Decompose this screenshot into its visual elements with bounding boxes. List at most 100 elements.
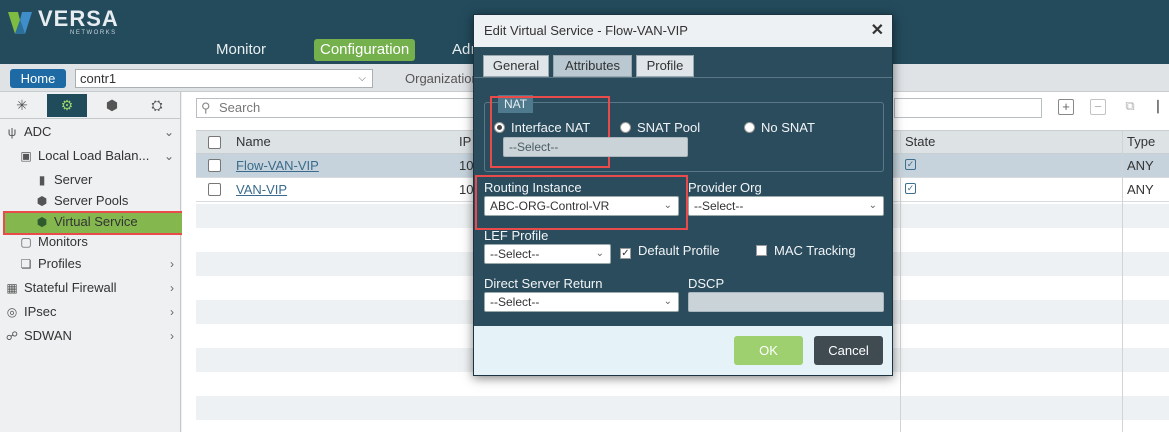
row-type: ANY bbox=[1127, 158, 1154, 173]
sidebar-item-label: Server bbox=[54, 172, 93, 187]
tab-general[interactable]: General bbox=[483, 55, 549, 77]
nav-configuration[interactable]: Configuration bbox=[314, 39, 416, 61]
radio-no-snat[interactable]: No SNAT bbox=[744, 120, 815, 136]
mac-tracking-checkbox[interactable]: MAC Tracking bbox=[756, 243, 856, 259]
sidebar-item-adc[interactable]: ψ ADC ⌄ bbox=[4, 122, 174, 142]
chevron-right-icon[interactable]: › bbox=[170, 302, 174, 322]
sidebar-item-sdwan[interactable]: ☍ SDWAN › bbox=[4, 326, 174, 346]
remove-icon[interactable]: − bbox=[1090, 99, 1106, 115]
sidebar-tab-cube-icon[interactable]: ⬢ bbox=[92, 94, 132, 117]
dscp-input[interactable] bbox=[688, 292, 884, 312]
empty-row bbox=[196, 396, 1169, 420]
sidebar-item-label: Profiles bbox=[38, 256, 82, 271]
search-input[interactable]: ⚲ Search bbox=[196, 98, 486, 118]
radio-selected-icon bbox=[494, 122, 505, 133]
chevron-down-icon: ⌄ bbox=[663, 200, 672, 211]
profiles-icon: ❏ bbox=[20, 257, 32, 271]
column-header-name[interactable]: Name bbox=[236, 131, 271, 153]
dscp-label: DSCP bbox=[688, 276, 725, 291]
row-name-link[interactable]: Flow-VAN-VIP bbox=[236, 154, 319, 178]
cancel-button[interactable]: Cancel bbox=[814, 336, 883, 365]
default-profile-checkbox[interactable]: ✓ Default Profile bbox=[620, 243, 720, 259]
organization-label: Organization bbox=[405, 71, 479, 86]
column-divider bbox=[1122, 130, 1123, 432]
chevron-down-icon[interactable]: ⌄ bbox=[164, 146, 174, 166]
cube-icon: ⬢ bbox=[36, 194, 48, 208]
column-header-type[interactable]: Type bbox=[1127, 131, 1155, 153]
row-name-link[interactable]: VAN-VIP bbox=[236, 178, 287, 202]
firewall-icon: ▦ bbox=[6, 281, 18, 295]
dialog-footer: OK Cancel bbox=[474, 326, 892, 375]
sidebar-item-label: Monitors bbox=[38, 234, 88, 249]
sidebar-item-label: Virtual Service bbox=[54, 214, 138, 229]
load-balancer-icon: ▣ bbox=[20, 149, 32, 163]
chevron-right-icon[interactable]: › bbox=[170, 254, 174, 274]
sidebar-tab-network-icon[interactable]: ✳ bbox=[2, 94, 42, 117]
select-all-checkbox[interactable] bbox=[208, 136, 221, 149]
server-icon: ▮ bbox=[38, 173, 46, 187]
sidebar-tabs: ✳ ⚙ ⬢ ⛭ bbox=[0, 92, 181, 119]
column-header-state[interactable]: State bbox=[905, 131, 935, 153]
columns-icon[interactable]: ❘ bbox=[1150, 99, 1166, 115]
chevron-down-icon: ⌄ bbox=[663, 296, 672, 307]
row-ip: 10 bbox=[459, 158, 474, 173]
sdwan-icon: ☍ bbox=[5, 329, 19, 343]
dialog-title-bar: Edit Virtual Service - Flow-VAN-VIP ✕ bbox=[474, 15, 892, 47]
sidebar-item-server-pools[interactable]: ⬢ Server Pools bbox=[34, 191, 129, 211]
chevron-right-icon[interactable]: › bbox=[170, 278, 174, 298]
radio-snat-pool[interactable]: SNAT Pool bbox=[620, 120, 700, 136]
adc-icon: ψ bbox=[7, 125, 17, 139]
sidebar-item-label: Local Load Balan... bbox=[38, 148, 150, 163]
lef-profile-value: --Select-- bbox=[490, 247, 540, 261]
home-button[interactable]: Home bbox=[10, 69, 66, 88]
sidebar-item-local-load-balancer[interactable]: ▣ Local Load Balan... ⌄ bbox=[18, 146, 174, 166]
sidebar-tab-settings-gear-icon[interactable]: ⚙ bbox=[47, 94, 87, 117]
checkbox-label: MAC Tracking bbox=[774, 243, 856, 258]
direct-server-return-label: Direct Server Return bbox=[484, 276, 603, 291]
sidebar-item-label: Server Pools bbox=[54, 193, 129, 208]
sidebar-tab-globe-gear-icon[interactable]: ⛭ bbox=[137, 94, 177, 117]
organization-select-value: contr1 bbox=[80, 71, 117, 86]
row-checkbox[interactable] bbox=[208, 183, 221, 196]
row-checkbox[interactable] bbox=[208, 159, 221, 172]
edit-virtual-service-dialog: Edit Virtual Service - Flow-VAN-VIP ✕ Ge… bbox=[473, 14, 893, 376]
sidebar-item-label: IPsec bbox=[24, 304, 57, 319]
sidebar-item-virtual-service[interactable]: ⬢ Virtual Service bbox=[34, 212, 138, 232]
add-icon[interactable]: + bbox=[1058, 99, 1074, 115]
checkbox-unchecked-icon bbox=[756, 245, 767, 256]
chevron-down-icon[interactable]: ⌄ bbox=[164, 122, 174, 142]
state-enabled-checkbox: ✓ bbox=[905, 183, 916, 194]
sidebar-item-stateful-firewall[interactable]: ▦ Stateful Firewall › bbox=[4, 278, 174, 298]
organization-select[interactable]: contr1 ⌵ bbox=[75, 69, 373, 88]
lef-profile-select[interactable]: --Select-- ⌄ bbox=[484, 244, 611, 264]
provider-org-value: --Select-- bbox=[694, 199, 744, 213]
sidebar-item-label: Stateful Firewall bbox=[24, 280, 117, 295]
filter-input[interactable] bbox=[894, 98, 1042, 118]
chevron-down-icon: ⌄ bbox=[868, 200, 877, 211]
close-icon[interactable]: ✕ bbox=[871, 15, 884, 47]
chevron-down-icon: ⌵ bbox=[358, 73, 366, 84]
copy-icon[interactable]: ⧉ bbox=[1122, 99, 1138, 115]
cube-icon: ⬢ bbox=[36, 215, 48, 229]
radio-interface-nat[interactable]: Interface NAT bbox=[494, 120, 590, 136]
sidebar-item-label: SDWAN bbox=[24, 328, 72, 343]
sidebar-item-ipsec[interactable]: ◎ IPsec › bbox=[4, 302, 174, 322]
sidebar-item-server[interactable]: ▮ Server bbox=[34, 170, 93, 190]
direct-server-return-select[interactable]: --Select-- ⌄ bbox=[484, 292, 679, 312]
tab-profile[interactable]: Profile bbox=[636, 55, 694, 77]
sidebar-item-profiles[interactable]: ❏ Profiles › bbox=[18, 254, 174, 274]
tab-attributes[interactable]: Attributes bbox=[553, 55, 632, 77]
nav-monitor[interactable]: Monitor bbox=[210, 39, 272, 61]
provider-org-select[interactable]: --Select-- ⌄ bbox=[688, 196, 884, 216]
sidebar-item-monitors[interactable]: ▢ Monitors bbox=[18, 232, 88, 252]
ok-button[interactable]: OK bbox=[734, 336, 803, 365]
ipsec-globe-icon: ◎ bbox=[6, 305, 18, 319]
radio-label: No SNAT bbox=[761, 120, 815, 135]
routing-instance-select[interactable]: ABC-ORG-Control-VR ⌄ bbox=[484, 196, 679, 216]
row-ip: 10 bbox=[459, 182, 474, 197]
sidebar: ✳ ⚙ ⬢ ⛭ ψ ADC ⌄ ▣ Local Load Balan... ⌄ ▮ S… bbox=[0, 92, 191, 432]
column-header-ip[interactable]: IP bbox=[459, 131, 471, 153]
nat-select[interactable]: --Select-- bbox=[503, 137, 688, 157]
search-icon: ⚲ bbox=[201, 100, 211, 115]
chevron-right-icon[interactable]: › bbox=[170, 326, 174, 346]
